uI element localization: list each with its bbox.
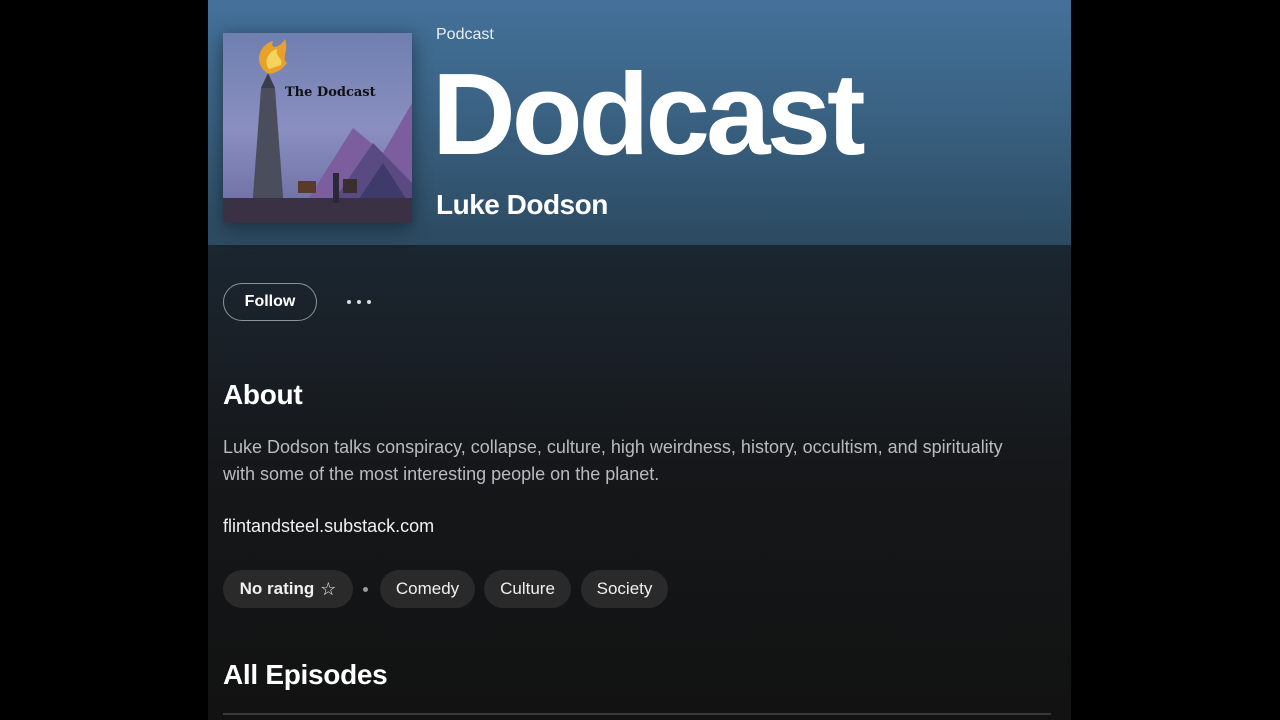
follow-button[interactable]: Follow [223,283,317,321]
rating-label: No rating [239,579,315,598]
podcast-header: The Dodcast Podcast Dodcast Luke Dodson [208,0,1071,245]
more-dot [347,300,351,304]
podcast-cover-art: The Dodcast [223,33,412,223]
star-outline-icon: ☆ [320,578,337,599]
all-episodes-heading: All Episodes [223,659,388,690]
cover-title-text: The Dodcast [285,85,376,100]
website-link[interactable]: flintandsteel.substack.com [223,516,434,537]
publisher-link[interactable]: Luke Dodson [436,189,608,221]
more-dot [367,300,371,304]
category-pill[interactable]: Society [581,570,668,608]
podcast-page: The Dodcast Podcast Dodcast Luke Dodson … [208,0,1071,720]
about-heading: About [223,379,303,410]
rating-button[interactable]: No rating ☆ [223,570,353,608]
content-type-label: Podcast [436,26,494,43]
more-dot [357,300,361,304]
category-pill[interactable]: Culture [484,570,571,608]
category-pill[interactable]: Comedy [380,570,475,608]
cover-painting [223,33,412,223]
show-title: Dodcast [432,49,866,179]
about-description: Luke Dodson talks conspiracy, collapse, … [223,437,1003,484]
episodes-divider [223,713,1051,715]
separator-dot [363,587,368,592]
more-options-icon[interactable] [340,290,378,314]
